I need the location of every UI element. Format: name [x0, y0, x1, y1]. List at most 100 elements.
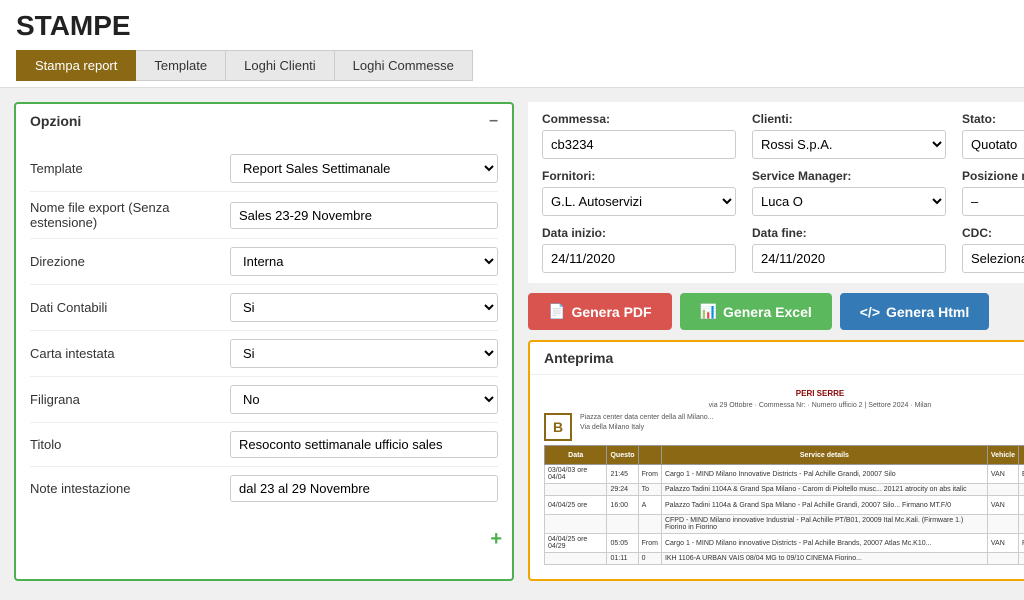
- cdc-filter: CDC: Seleziona (o scrivi: [962, 226, 1024, 273]
- posizione-mezzo-select[interactable]: –: [962, 187, 1024, 216]
- preview-table-cell: [1019, 553, 1024, 565]
- opzioni-body: Template Report Sales Settimanale Nome f…: [16, 138, 512, 522]
- preview-table-cell: [1019, 484, 1024, 496]
- genera-pdf-button[interactable]: 📄 Genera PDF: [528, 293, 672, 330]
- fornitori-filter: Fornitori: G.L. Autoservizi: [542, 169, 736, 216]
- preview-table-cell: To: [638, 484, 661, 496]
- preview-table-cell: 0: [638, 553, 661, 565]
- preview-col-final-note: Final Note: [1019, 446, 1024, 465]
- cdc-select[interactable]: Seleziona (o scrivi: [962, 244, 1024, 273]
- clienti-label: Clienti:: [752, 112, 946, 126]
- tab-stampa-report[interactable]: Stampa report: [16, 50, 136, 81]
- preview-document: PERI SERRE via 29 Ottobre · Commessa Nr:…: [538, 383, 1024, 571]
- genera-html-label: Genera Html: [886, 304, 969, 320]
- dati-contabili-label: Dati Contabili: [30, 300, 230, 315]
- preview-table-cell: [545, 515, 607, 534]
- commessa-label: Commessa:: [542, 112, 736, 126]
- preview-table-row: 04/04/25 ore 04/2905:05FromCargo 1 - MIN…: [545, 534, 1024, 553]
- note-intestazione-label: Note intestazione: [30, 481, 230, 496]
- nome-file-row: Nome file export (Senza estensione): [30, 192, 498, 239]
- genera-html-button[interactable]: </> Genera Html: [840, 293, 990, 330]
- opzioni-footer: +: [16, 522, 512, 557]
- carta-intestata-select[interactable]: Si: [230, 339, 498, 368]
- preview-table-cell: [545, 553, 607, 565]
- right-panel: Commessa: Clienti: Rossi S.p.A. Stato: Q…: [528, 102, 1024, 581]
- preview-table-cell: A: [638, 496, 661, 515]
- titolo-row: Titolo: [30, 423, 498, 467]
- opzioni-title: Opzioni: [30, 113, 81, 129]
- opzioni-header: Opzioni –: [16, 104, 512, 138]
- dati-contabili-select[interactable]: Si: [230, 293, 498, 322]
- nome-file-label: Nome file export (Senza estensione): [30, 200, 230, 230]
- service-manager-select[interactable]: Luca O: [752, 187, 946, 216]
- note-intestazione-row: Note intestazione: [30, 467, 498, 510]
- titolo-label: Titolo: [30, 437, 230, 452]
- data-fine-label: Data fine:: [752, 226, 946, 240]
- preview-table-cell: 16:00: [607, 496, 638, 515]
- preview-table-cell: [607, 515, 638, 534]
- fornitori-select[interactable]: G.L. Autoservizi: [542, 187, 736, 216]
- preview-table-cell: IKH 1106-A URBAN VAIS 08/04 MG to 09/10 …: [661, 553, 987, 565]
- titolo-input[interactable]: [230, 431, 498, 458]
- html-icon: </>: [860, 304, 880, 320]
- action-buttons: 📄 Genera PDF 📊 Genera Excel </> Genera H…: [528, 293, 1024, 330]
- filter-grid: Commessa: Clienti: Rossi S.p.A. Stato: Q…: [542, 112, 1024, 273]
- add-row-button[interactable]: +: [490, 528, 502, 551]
- preview-table-cell: [1019, 515, 1024, 534]
- tab-loghi-commesse[interactable]: Loghi Commesse: [335, 50, 473, 81]
- clienti-select[interactable]: Rossi S.p.A.: [752, 130, 946, 159]
- preview-table-cell: 01:11: [607, 553, 638, 565]
- preview-table-header-row: Data Questo Service details Vehicle Fina…: [545, 446, 1024, 465]
- preview-table-cell: Cargo 1 - MIND Milano innovative Distric…: [661, 534, 987, 553]
- preview-table-row: CFPD - MIND Milano innovative Industrial…: [545, 515, 1024, 534]
- service-manager-label: Service Manager:: [752, 169, 946, 183]
- template-label: Template: [30, 161, 230, 176]
- preview-table-cell: Palazzo Tadini 1104A & Grand Spa Milano …: [661, 484, 987, 496]
- preview-title: Anteprima: [544, 350, 613, 366]
- data-inizio-input[interactable]: [542, 244, 736, 273]
- opzioni-collapse-button[interactable]: –: [489, 112, 498, 130]
- preview-table-cell: Parosel: [1019, 534, 1024, 553]
- preview-table-cell: 04/04/25 ore: [545, 496, 607, 515]
- tab-template[interactable]: Template: [136, 50, 226, 81]
- preview-col-empty: [638, 446, 661, 465]
- preview-header: Anteprima –: [530, 342, 1024, 375]
- data-fine-input[interactable]: [752, 244, 946, 273]
- genera-pdf-label: Genera PDF: [571, 304, 651, 320]
- preview-table-row: 29:24ToPalazzo Tadini 1104A & Grand Spa …: [545, 484, 1024, 496]
- excel-icon: 📊: [700, 303, 717, 320]
- note-intestazione-input[interactable]: [230, 475, 498, 502]
- preview-col-service-details: Service details: [661, 446, 987, 465]
- preview-col-questo: Questo: [607, 446, 638, 465]
- clienti-input-wrap: Rossi S.p.A.: [752, 130, 946, 159]
- carta-intestata-row: Carta intestata Si: [30, 331, 498, 377]
- preview-table-cell: VAN: [987, 534, 1018, 553]
- tabs-bar: Stampa report Template Loghi Clienti Log…: [16, 50, 1008, 81]
- preview-table-cell: CFPD - MIND Milano innovative Industrial…: [661, 515, 987, 534]
- template-row: Template Report Sales Settimanale: [30, 146, 498, 192]
- nome-file-input[interactable]: [230, 202, 498, 229]
- stato-filter: Stato: Quotato: [962, 112, 1024, 159]
- stato-select[interactable]: Quotato: [962, 130, 1024, 159]
- preview-table-cell: [638, 515, 661, 534]
- preview-table-cell: Cargo 1 - MIND Milano Innovative Distric…: [661, 465, 987, 484]
- preview-table: Data Questo Service details Vehicle Fina…: [544, 445, 1024, 565]
- carta-intestata-label: Carta intestata: [30, 346, 230, 361]
- pdf-icon: 📄: [548, 303, 565, 320]
- preview-table-cell: 04/04/25 ore 04/29: [545, 534, 607, 553]
- genera-excel-button[interactable]: 📊 Genera Excel: [680, 293, 832, 330]
- filters-section: Commessa: Clienti: Rossi S.p.A. Stato: Q…: [528, 102, 1024, 283]
- tab-loghi-clienti[interactable]: Loghi Clienti: [226, 50, 335, 81]
- filigrana-select[interactable]: No: [230, 385, 498, 414]
- filigrana-row: Filigrana No: [30, 377, 498, 423]
- main-content: Opzioni – Template Report Sales Settiman…: [0, 88, 1024, 595]
- template-select[interactable]: Report Sales Settimanale: [230, 154, 498, 183]
- preview-body: PERI SERRE via 29 Ottobre · Commessa Nr:…: [530, 375, 1024, 579]
- preview-table-cell: 05:05: [607, 534, 638, 553]
- direzione-select[interactable]: Interna: [230, 247, 498, 276]
- direzione-label: Direzione: [30, 254, 230, 269]
- preview-doc-subheader: via 29 Ottobre · Commessa Nr: · Numero u…: [544, 402, 1024, 409]
- preview-table-row: 01:110IKH 1106-A URBAN VAIS 08/04 MG to …: [545, 553, 1024, 565]
- preview-table-cell: VAN: [987, 465, 1018, 484]
- commessa-input[interactable]: [542, 130, 736, 159]
